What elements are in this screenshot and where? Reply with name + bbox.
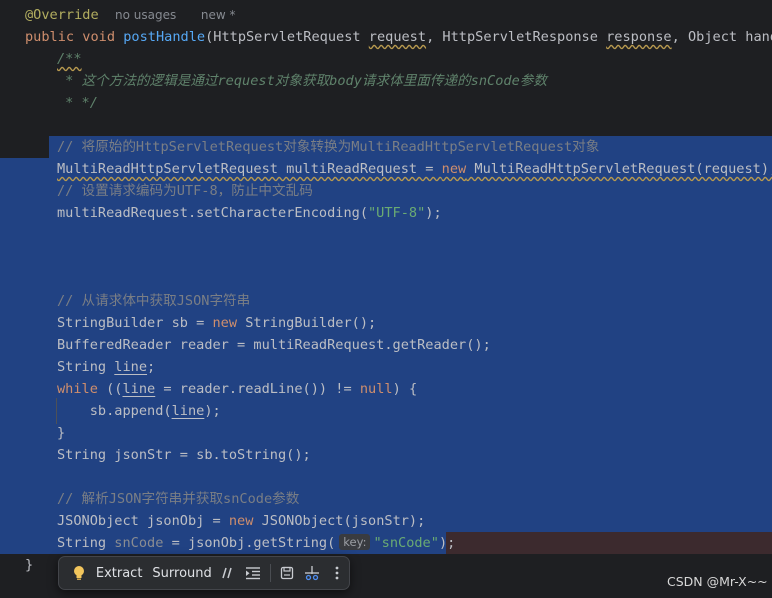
doc-comment: 这个方法的逻辑是通过 [81,73,218,89]
code-line-21: String jsonStr = sb.toString(); [57,444,311,466]
param-request: request [368,29,427,45]
code-line-14: // 从请求体中获取JSON字符串 [57,290,250,312]
code-line-4: * 这个方法的逻辑是通过request对象获取body请求体里面传递的snCod… [57,70,547,92]
code-line-10: multiReadRequest.setCharacterEncoding("U… [57,202,442,224]
comment: // 从请求体中获取JSON字符串 [57,293,251,309]
code-text: multiReadRequest.setCharacterEncoding( [57,205,368,221]
reformat-icon[interactable] [241,560,266,586]
doc-comment: 对象获取 [274,73,330,89]
string-literal: "UTF-8" [368,205,426,221]
extract-button[interactable]: Extract [92,560,147,586]
lightbulb-icon[interactable] [67,560,92,586]
doc-comment: 请求体里面传递的 [361,73,471,89]
code-text: ) { [392,381,418,397]
code-line-26: } [25,554,33,576]
split-icon[interactable] [299,560,324,586]
code-text: ); [425,205,442,221]
code-text: BufferedReader reader = multiReadRequest… [57,337,491,353]
doc-comment: body [329,73,362,89]
author-hint[interactable]: new * [201,8,236,22]
doc-comment: * [57,73,82,89]
code-text: String [57,535,115,551]
code-text: ); [204,403,221,419]
code-line-24: JSONObject jsonObj = new JSONObject(json… [57,510,425,532]
code-text: (HttpServletRequest [205,29,369,45]
doc-comment: request [217,73,275,89]
code-text: String [57,359,115,375]
keyword: while [57,381,98,397]
doc-comment: * */ [57,95,98,111]
keyword: void [82,29,116,45]
code-line-25: String snCode = jsonObj.getString(key: "s… [57,532,455,554]
watermark: CSDN @Mr-X~~ [667,574,768,589]
code-line-23: // 解析JSON字符串并获取snCode参数 [57,488,299,510]
code-line-7: // 将原始的HttpServletRequest对象转换为MultiReadH… [57,136,599,158]
code-line-15: StringBuilder sb = new StringBuilder(); [57,312,376,334]
code-line-17: String line; [57,356,155,378]
surround-button[interactable]: Surround [148,560,215,586]
current-line-highlight [446,532,772,554]
code-line-2: public void postHandle(HttpServletReques… [25,26,772,48]
usages-hint[interactable]: no usages [115,8,176,22]
keyword: new [212,315,238,331]
method-name: postHandle [123,29,206,45]
code-text: String jsonStr = sb.toString(); [57,447,311,463]
param-response: response [606,29,672,45]
keyword: null [359,381,393,397]
code-text: JSONObject(jsonStr); [253,513,426,529]
more-icon[interactable] [324,560,349,586]
code-line-19: sb.append(line); [57,400,221,422]
code-text: ; [147,359,156,375]
code-line-18: while ((line = reader.readLine()) != nul… [57,378,417,400]
doc-comment: snCode [470,73,520,89]
comment-icon[interactable] [216,560,241,586]
code-line-9: // 设置请求编码为UTF-8，防止中文乱码 [57,180,313,202]
keyword: public [25,29,75,45]
code-text: sb.append( [57,403,172,419]
toolbar-divider [269,564,271,582]
comment: // 将原始的HttpServletRequest对象转换为MultiReadH… [57,139,600,155]
code-text: = jsonObj.getString( [163,535,336,551]
code-line-1: @Override no usages new * [25,4,235,26]
string-literal: "snCode" [373,535,439,551]
code-line-5: * */ [57,92,98,114]
parameter-hint: key: [339,534,371,550]
unused-variable: snCode [114,535,164,551]
code-line-20: } [57,422,65,444]
code-text: = reader.readLine()) != [155,381,360,397]
save-icon[interactable] [274,560,299,586]
comment: // 解析JSON字符串并获取snCode参数 [57,491,300,507]
code-text: ); [438,535,456,551]
code-text: StringBuilder sb = [57,315,213,331]
doc-comment: /** [57,51,82,67]
doc-comment: 参数 [519,73,547,89]
variable: line [114,359,148,375]
comment: // 设置请求编码为UTF-8，防止中文乱码 [57,183,313,199]
variable: line [122,381,156,397]
annotation: @Override [25,7,99,23]
keyword: new [228,513,254,529]
code-line-3: /** [57,48,82,70]
code-line-8: MultiReadHttpServletRequest multiReadReq… [57,158,772,180]
code-text: (( [97,381,123,397]
code-line-16: BufferedReader reader = multiReadRequest… [57,334,491,356]
variable: line [171,403,205,419]
code-text: , HttpServletResponse [426,29,607,45]
code-text: MultiReadHttpServletRequest(request); [466,161,772,177]
code-text: } [57,425,66,441]
code-text: MultiReadHttpServletRequest multiReadReq… [57,161,442,177]
code-text: JSONObject jsonObj = [57,513,229,529]
closing-brace: } [25,557,34,573]
floating-action-toolbar: Extract Surround [58,556,350,590]
code-text: , Object handle [671,29,772,45]
keyword: new [441,161,467,177]
code-text: StringBuilder(); [237,315,377,331]
